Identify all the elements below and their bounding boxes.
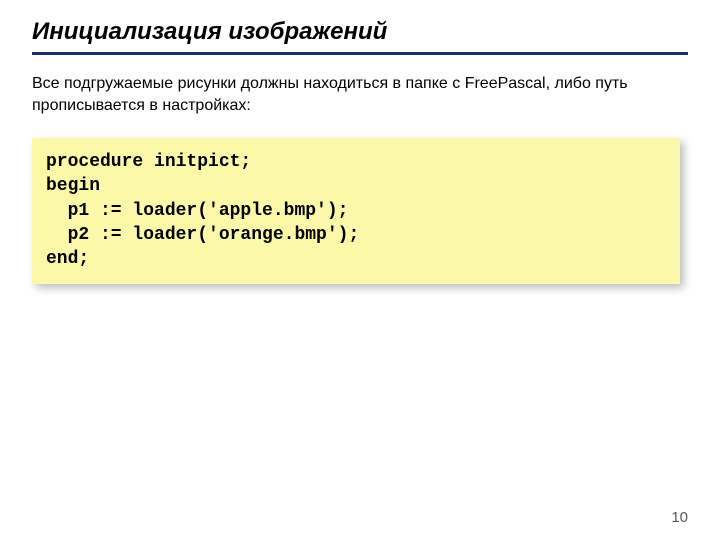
slide-title: Инициализация изображений <box>32 18 688 55</box>
code-block: procedure initpict; begin p1 := loader('… <box>32 138 680 283</box>
page-number: 10 <box>671 509 688 526</box>
slide-description: Все подгружаемые рисунки должны находить… <box>32 73 688 116</box>
